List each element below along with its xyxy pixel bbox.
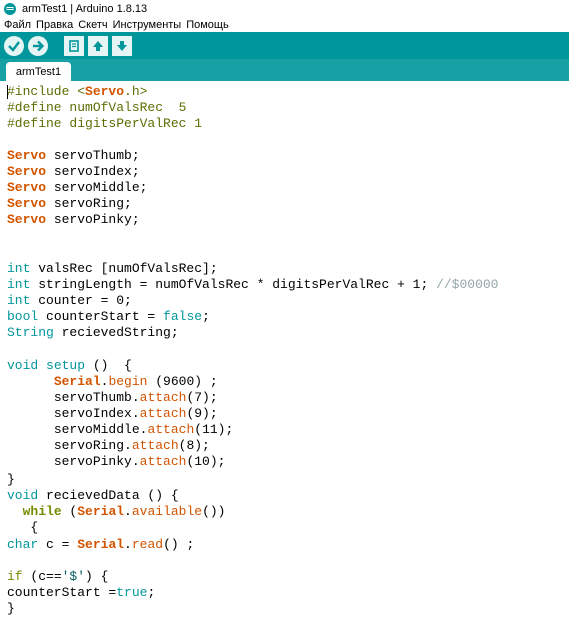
tab-armtest1[interactable]: armTest1 — [6, 62, 71, 81]
code-line-24: servoPinky.attach(10); — [53, 454, 226, 469]
code-line-14: int counter = 0; — [7, 293, 132, 308]
code-line-26: void recievedData () { — [7, 488, 179, 503]
menu-sketch[interactable]: Скетч — [78, 19, 107, 31]
code-line-2: #define numOfValsRec 5 — [7, 100, 187, 115]
open-button[interactable] — [88, 35, 108, 56]
code-line-7: Servo servoMiddle; — [7, 180, 148, 195]
code-line-33: } — [7, 601, 15, 616]
menu-tools[interactable]: Инструменты — [113, 19, 182, 31]
code-line-9: Servo servoPinky; — [7, 212, 140, 227]
code-line-16: String recievedString; — [7, 325, 179, 340]
open-arrow-up-icon — [93, 40, 103, 51]
code-line-25: } — [7, 472, 15, 487]
code-editor[interactable]: #include <Servo.h> #define numOfValsRec … — [0, 82, 569, 621]
code-line-18: void setup () { — [7, 358, 132, 373]
code-line-5: Servo servoThumb; — [7, 148, 140, 163]
save-button[interactable] — [112, 35, 132, 56]
window-title: armTest1 | Arduino 1.8.13 — [22, 2, 148, 15]
code-line-20: servoThumb.attach(7); — [53, 390, 218, 405]
code-line-8: Servo servoRing; — [7, 196, 132, 211]
toolbar — [0, 32, 569, 59]
code-line-21: servoIndex.attach(9); — [53, 406, 218, 421]
code-line-19: Serial.begin (9600) ; — [53, 374, 218, 389]
menu-bar: Файл Правка Скетч Инструменты Помощь — [0, 17, 569, 32]
code-line-32: counterStart =true; — [7, 585, 156, 600]
new-file-icon — [69, 39, 79, 52]
code-line-27: while (Serial.available()) — [22, 504, 226, 519]
code-line-29: char c = Serial.read() ; — [7, 537, 195, 552]
code-line-1: #include <Servo.h> — [7, 84, 148, 99]
save-arrow-down-icon — [117, 40, 127, 51]
upload-arrow-icon — [33, 40, 45, 51]
code-line-12: int valsRec [numOfValsRec]; — [7, 261, 218, 276]
code-line-13: int stringLength = numOfValsRec * digits… — [7, 277, 499, 292]
verify-button[interactable] — [4, 35, 24, 56]
title-bar: armTest1 | Arduino 1.8.13 — [0, 0, 569, 17]
arduino-logo-icon — [4, 2, 16, 15]
code-line-6: Servo servoIndex; — [7, 164, 140, 179]
code-line-31: if (c=='$') { — [7, 569, 109, 584]
menu-help[interactable]: Помощь — [186, 19, 229, 31]
new-button[interactable] — [64, 35, 84, 56]
code-line-28: { — [7, 520, 39, 535]
verify-check-icon — [8, 40, 20, 52]
upload-button[interactable] — [28, 35, 48, 56]
tab-strip: armTest1 — [0, 59, 569, 81]
code-line-3: #define digitsPerValRec 1 — [7, 116, 203, 131]
menu-edit[interactable]: Правка — [36, 19, 73, 31]
menu-file[interactable]: Файл — [4, 19, 31, 31]
code-line-22: servoMiddle.attach(11); — [53, 422, 234, 437]
code-line-15: bool counterStart = false; — [7, 309, 210, 324]
code-line-23: servoRing.attach(8); — [53, 438, 210, 453]
